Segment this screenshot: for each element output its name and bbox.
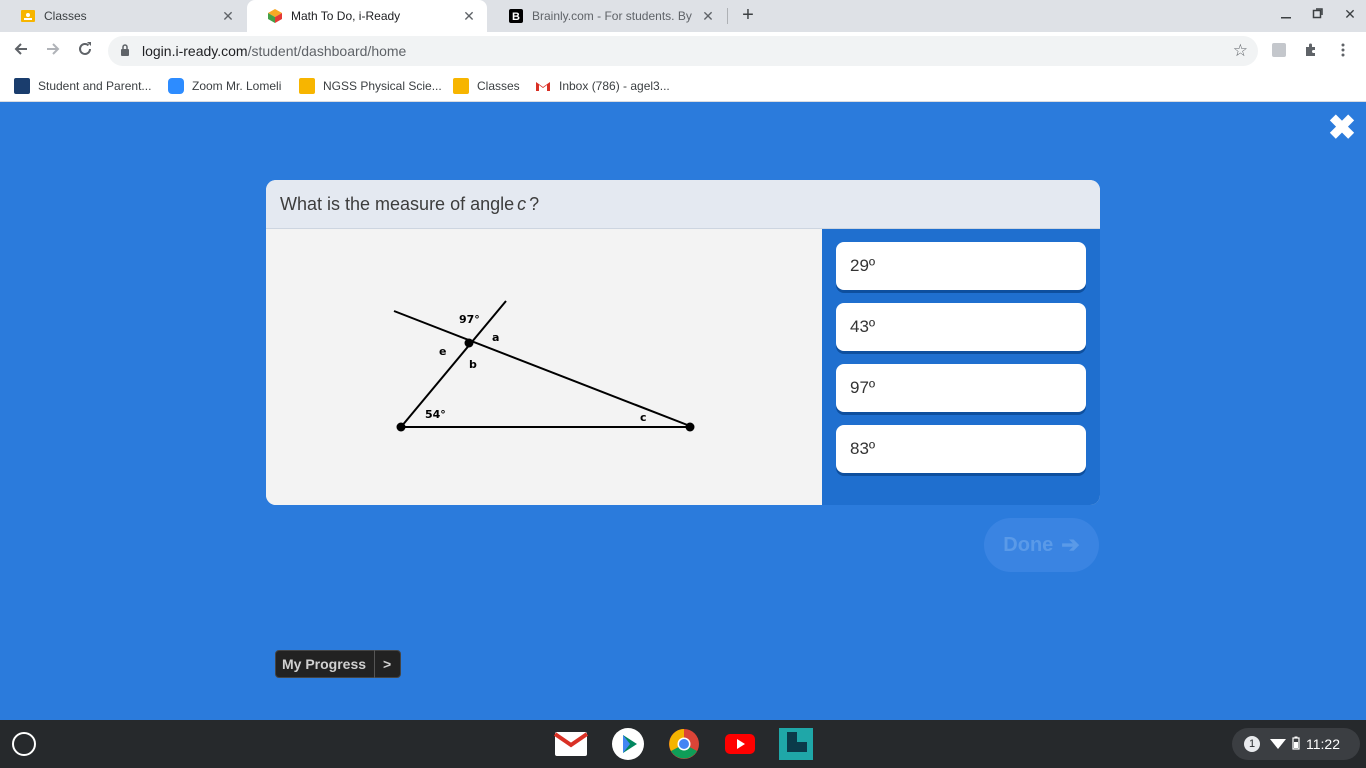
answer-choice-4[interactable]: 83º	[836, 425, 1086, 473]
done-button[interactable]: Done ➔	[984, 518, 1099, 572]
bookmark-label: Inbox (786) - agel3...	[559, 79, 670, 93]
address-bar[interactable]: login.i-ready.com/student/dashboard/home…	[108, 36, 1258, 66]
browser-toolbar: login.i-ready.com/student/dashboard/home…	[0, 32, 1366, 70]
url-path: /student/dashboard/home	[247, 43, 407, 59]
answer-choice-2[interactable]: 43º	[836, 303, 1086, 351]
bookmark-label: Zoom Mr. Lomeli	[192, 79, 282, 93]
bookmark-classes[interactable]: Classes	[453, 77, 520, 95]
my-progress-button[interactable]: My Progress >	[275, 650, 401, 678]
chevron-right-icon: >	[383, 656, 392, 672]
question-suffix: ?	[529, 193, 540, 214]
clock-time: 11:22	[1306, 736, 1340, 752]
chrome-app-icon[interactable]	[667, 728, 701, 760]
close-tab-icon[interactable]: ✕	[220, 8, 236, 25]
bookmark-inbox[interactable]: Inbox (786) - agel3...	[535, 77, 670, 95]
extension-icon[interactable]	[1270, 42, 1288, 60]
play-store-app-icon[interactable]	[611, 728, 645, 760]
tab-iready[interactable]: Math To Do, i-Ready ✕	[247, 0, 487, 32]
gmail-app-icon[interactable]	[554, 728, 588, 760]
label-b: b	[469, 358, 477, 371]
reload-icon[interactable]	[74, 40, 96, 62]
question-prompt: What is the measure of angle c ?	[266, 180, 1100, 229]
right-vertex-point	[685, 422, 695, 432]
answer-choice-3[interactable]: 97º	[836, 364, 1086, 412]
bookmark-student-parent[interactable]: Student and Parent...	[14, 77, 151, 95]
tab-title: Brainly.com - For students. By st	[532, 9, 692, 23]
iready-icon	[267, 8, 283, 24]
done-label: Done	[1003, 533, 1054, 556]
iready-app-icon[interactable]	[779, 728, 813, 760]
close-tab-icon[interactable]: ✕	[461, 8, 477, 25]
google-classroom-icon	[299, 78, 315, 94]
close-tab-icon[interactable]: ✕	[700, 8, 716, 25]
menu-kebab-icon[interactable]	[1334, 42, 1352, 60]
triangle-diagram: 97° a e b 54° c	[393, 300, 695, 432]
answer-choice-1[interactable]: 29º	[836, 242, 1086, 290]
label-c: c	[640, 411, 647, 424]
bookmark-label: Classes	[477, 79, 520, 93]
label-e: e	[439, 345, 446, 358]
browser-tabstrip: Classes ✕ Math To Do, i-Ready ✕ B Brainl…	[0, 0, 1366, 32]
lock-icon	[120, 43, 132, 59]
youtube-app-icon[interactable]	[723, 728, 757, 760]
label-top-angle: 97°	[459, 313, 480, 326]
restore-icon[interactable]	[1308, 6, 1328, 23]
url-host: login.i-ready.com	[142, 43, 248, 59]
label-a: a	[492, 331, 499, 344]
close-lesson-icon[interactable]: ✖	[1326, 111, 1358, 145]
label-bottom-angle: 54°	[425, 408, 446, 421]
left-vertex-point	[396, 422, 406, 432]
close-window-icon[interactable]: ✕	[1340, 6, 1360, 23]
tab-classes[interactable]: Classes ✕	[0, 0, 246, 32]
tab-brainly[interactable]: B Brainly.com - For students. By st ✕	[488, 0, 726, 32]
bookmarks-bar: Student and Parent... Zoom Mr. Lomeli NG…	[0, 70, 1366, 102]
google-classroom-icon	[453, 78, 469, 94]
gmail-icon	[535, 78, 551, 94]
answer-choices: 29º 43º 97º 83º	[822, 229, 1100, 505]
battery-icon	[1292, 736, 1300, 753]
question-variable: c	[517, 193, 527, 214]
tab-title: Math To Do, i-Ready	[291, 9, 401, 23]
google-classroom-icon	[20, 8, 36, 24]
minimize-icon[interactable]	[1276, 6, 1296, 23]
tab-title: Classes	[44, 9, 87, 23]
notification-badge: 1	[1244, 736, 1260, 752]
system-tray[interactable]: 1 11:22	[1232, 728, 1360, 760]
bookmark-star-icon[interactable]: ☆	[1233, 41, 1248, 61]
my-progress-label: My Progress	[282, 656, 367, 672]
question-card: What is the measure of angle c ? 97° a e…	[266, 180, 1100, 505]
question-prefix: What is the measure of angle	[280, 193, 515, 214]
portal-icon	[14, 78, 30, 94]
bookmark-label: NGSS Physical Scie...	[323, 79, 442, 93]
new-tab-button[interactable]: +	[737, 4, 759, 26]
brainly-icon: B	[508, 8, 524, 24]
bookmark-zoom[interactable]: Zoom Mr. Lomeli	[168, 77, 281, 95]
bookmark-ngss[interactable]: NGSS Physical Scie...	[299, 77, 442, 95]
svg-text:B: B	[512, 11, 520, 23]
intersection-point	[464, 338, 474, 348]
bookmark-label: Student and Parent...	[38, 79, 152, 93]
back-icon[interactable]	[10, 40, 32, 62]
geometry-figure: 97° a e b 54° c	[266, 229, 822, 505]
launcher-icon[interactable]	[12, 732, 36, 756]
tab-separator	[727, 8, 728, 24]
wifi-icon	[1270, 736, 1286, 752]
forward-icon[interactable]	[42, 40, 64, 62]
os-shelf: 1 11:22	[0, 720, 1366, 768]
zoom-icon	[168, 78, 184, 94]
extensions-puzzle-icon[interactable]	[1302, 42, 1320, 60]
arrow-right-icon: ➔	[1061, 532, 1080, 557]
